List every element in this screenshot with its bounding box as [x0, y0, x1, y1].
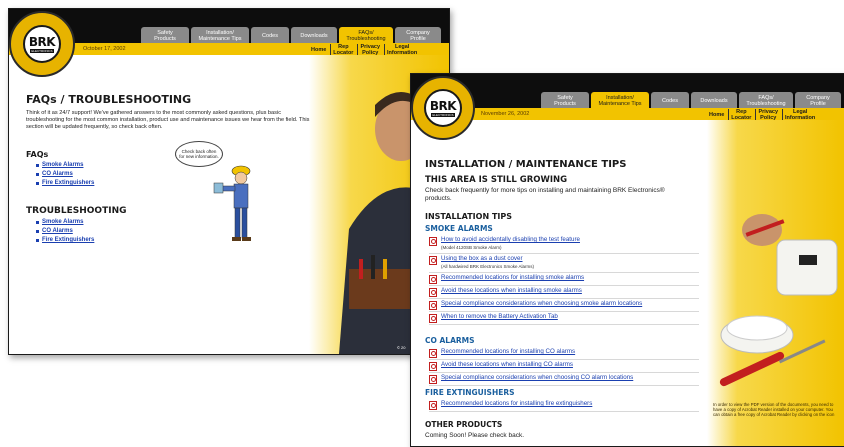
- date-text: October 17, 2002: [83, 46, 126, 52]
- logo-text: BRK: [429, 99, 457, 113]
- list-item[interactable]: Avoid these locations when installing CO…: [429, 360, 699, 373]
- faq-link-smoke[interactable]: Smoke Alarms: [35, 161, 94, 170]
- logo-sub: ELECTRONICS: [30, 49, 54, 53]
- list-item[interactable]: Avoid these locations when installing sm…: [429, 286, 699, 299]
- faqs-heading: FAQs: [26, 150, 49, 159]
- pdf-note: In order to view the PDF version of the …: [713, 402, 835, 418]
- logo-sub: ELECTRONICS: [431, 113, 455, 117]
- list-item[interactable]: When to remove the Battery Activation Ta…: [429, 312, 699, 325]
- pdf-icon: [429, 401, 437, 410]
- tab-company-profile[interactable]: Company Profile: [795, 92, 841, 109]
- date-text: November 26, 2002: [481, 111, 530, 117]
- installation-tips-heading: INSTALLATION TIPS: [425, 212, 512, 221]
- pdf-icon: [429, 362, 437, 371]
- tab-company-profile[interactable]: Company Profile: [395, 27, 441, 44]
- other-products-text: Coming Soon! Please check back.: [425, 432, 524, 439]
- troubleshooting-heading: TROUBLESHOOTING: [26, 206, 127, 216]
- tab-downloads[interactable]: Downloads: [691, 92, 737, 109]
- page-title: INSTALLATION / MAINTENANCE TIPS: [425, 159, 627, 170]
- list-item[interactable]: Special compliance considerations when c…: [429, 373, 699, 386]
- troubleshoot-link-co[interactable]: CO Alarms: [35, 227, 94, 236]
- faq-list: Smoke Alarms CO Alarms Fire Extinguisher…: [32, 161, 94, 188]
- list-item[interactable]: Recommended locations for installing smo…: [429, 273, 699, 286]
- tab-codes[interactable]: Codes: [651, 92, 689, 109]
- list-item[interactable]: Using the box as a dust cover (All hardwi…: [429, 254, 699, 273]
- troubleshoot-link-smoke[interactable]: Smoke Alarms: [35, 218, 94, 227]
- list-item[interactable]: Special compliance considerations when c…: [429, 299, 699, 312]
- pdf-icon: [429, 375, 437, 384]
- pdf-icon: [429, 275, 437, 284]
- fire-extinguishers-heading: FIRE EXTINGUISHERS: [425, 388, 515, 397]
- nav-tabs: Safety Products Installation/ Maintenance…: [141, 27, 441, 44]
- smoke-tips-list: How to avoid accidentally disabling the …: [429, 235, 699, 325]
- co-tips-list: Recommended locations for installing CO …: [429, 347, 699, 386]
- tab-faqs-troubleshooting[interactable]: FAQs/ Troubleshooting: [339, 27, 393, 44]
- brk-logo[interactable]: BRK ELECTRONICS: [9, 11, 75, 77]
- tab-safety-products[interactable]: Safety Products: [141, 27, 189, 44]
- product-photo: [719, 214, 838, 387]
- nav-tabs: Safety Products Installation/ Maintenance…: [541, 92, 841, 109]
- tab-faqs-troubleshooting[interactable]: FAQs/ Troubleshooting: [739, 92, 793, 109]
- cartoon-worker-icon: [213, 165, 251, 241]
- tab-codes[interactable]: Codes: [251, 27, 289, 44]
- list-item[interactable]: Recommended locations for installing fir…: [429, 399, 699, 412]
- pdf-icon: [429, 237, 437, 246]
- faq-link-fire[interactable]: Fire Extinguishers: [35, 179, 94, 188]
- troubleshooting-list: Smoke Alarms CO Alarms Fire Extinguisher…: [32, 218, 94, 245]
- fire-tips-list: Recommended locations for installing fir…: [429, 399, 699, 412]
- other-products-heading: OTHER PRODUCTS: [425, 420, 503, 429]
- pdf-icon: [429, 256, 437, 265]
- pdf-icon: [429, 349, 437, 358]
- co-alarms-heading: CO ALARMS: [425, 336, 475, 345]
- tab-installation-maintenance-tips[interactable]: Installation/ Maintenance Tips: [591, 92, 649, 109]
- copyright: © 20: [397, 345, 406, 350]
- tab-installation-maintenance-tips[interactable]: Installation/ Maintenance Tips: [191, 27, 249, 44]
- intro-text: Think of it as 24/7 support! We've gathe…: [26, 110, 310, 130]
- brk-logo[interactable]: BRK ELECTRONICS: [411, 76, 475, 140]
- logo-text: BRK: [28, 35, 56, 49]
- tab-safety-products[interactable]: Safety Products: [541, 92, 589, 109]
- smoke-alarms-heading: SMOKE ALARMS: [425, 224, 493, 233]
- pdf-icon: [429, 314, 437, 323]
- growing-text: Check back frequently for more tips on i…: [425, 187, 665, 202]
- faq-window: Safety Products Installation/ Maintenance…: [8, 8, 450, 355]
- tab-downloads[interactable]: Downloads: [291, 27, 337, 44]
- list-item[interactable]: How to avoid accidentally disabling the …: [429, 235, 699, 254]
- troubleshoot-link-fire[interactable]: Fire Extinguishers: [35, 236, 94, 245]
- page-title: FAQs / TROUBLESHOOTING: [26, 93, 192, 106]
- list-item[interactable]: Recommended locations for installing CO …: [429, 347, 699, 360]
- faq-link-co[interactable]: CO Alarms: [35, 170, 94, 179]
- installation-window: Safety Products Installation/ Maintenance…: [410, 73, 844, 447]
- pdf-icon: [429, 288, 437, 297]
- growing-heading: THIS AREA IS STILL GROWING: [425, 175, 568, 185]
- pdf-icon: [429, 301, 437, 310]
